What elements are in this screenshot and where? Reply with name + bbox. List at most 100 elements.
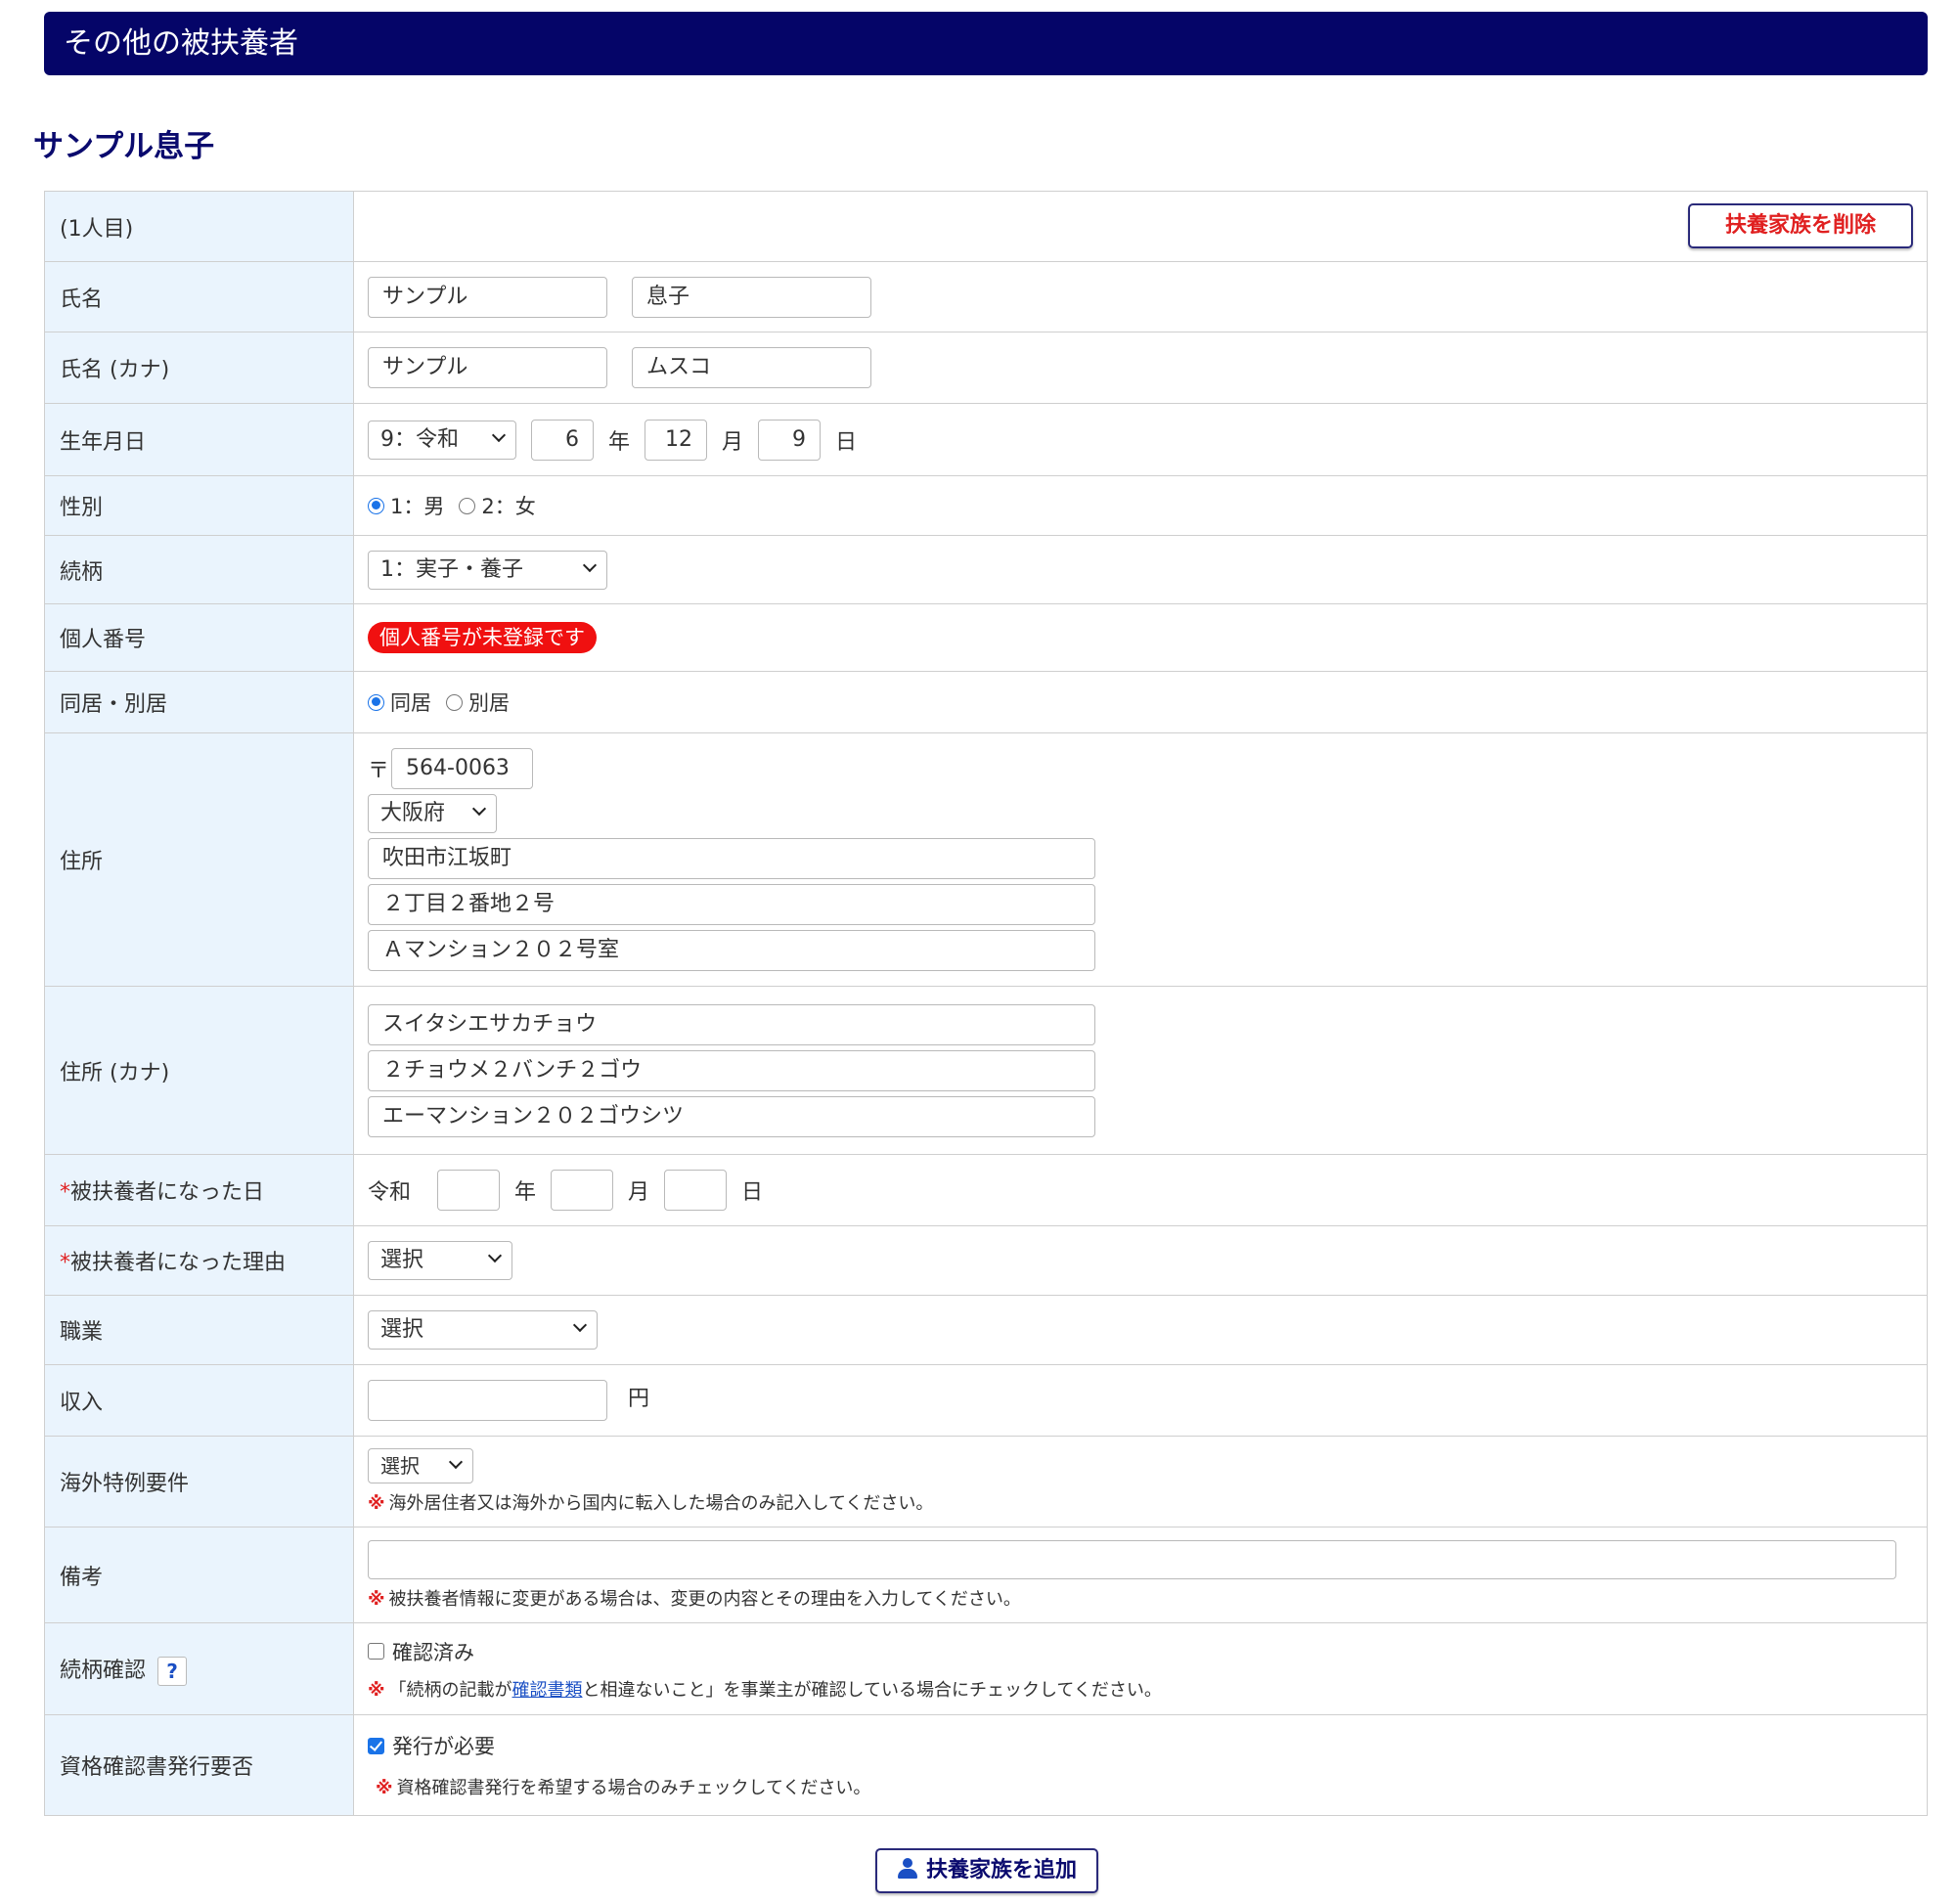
gender-female-label: 2：女	[481, 495, 536, 518]
label-dependent-date: *被扶養者になった日	[44, 1154, 354, 1226]
address-line2-input[interactable]: ２丁目２番地２号	[368, 884, 1095, 925]
income-unit: 円	[628, 1387, 650, 1411]
remarks-input[interactable]	[368, 1539, 1896, 1579]
remarks-note-text: 被扶養者情報に変更がある場合は、変更の内容とその理由を入力してください。	[388, 1588, 1021, 1610]
birth-era-select[interactable]: 9：令和	[368, 420, 516, 460]
postal-code-input[interactable]: 564-0063	[391, 748, 534, 789]
label-relation-check: 続柄確認?	[44, 1622, 354, 1715]
label-gender: 性別	[44, 475, 354, 536]
remarks-note: ※ 被扶養者情報に変更がある場合は、変更の内容とその理由を入力してください。	[368, 1585, 1913, 1611]
address-line3-input[interactable]: Ａマンション２０２号室	[368, 930, 1095, 971]
section-title: その他の被扶養者	[64, 26, 298, 61]
label-my-number: 個人番号	[44, 603, 354, 672]
row-relation-check: 続柄確認? 確認済み ※ 「続柄の記載が確認書類と相違ないこと」を事業主が確認して…	[44, 1622, 1928, 1715]
gender-male-label: 1：男	[390, 495, 445, 518]
cohabit-radio[interactable]	[368, 693, 384, 711]
row-occupation: 職業 選択	[44, 1295, 1928, 1365]
relation-note-after: と相違ないこと」を事業主が確認している場合にチェックしてください。	[582, 1679, 1162, 1701]
help-icon[interactable]: ?	[157, 1656, 188, 1686]
row-name: 氏名 サンプル 息子	[44, 261, 1928, 332]
overseas-select[interactable]: 選択	[368, 1448, 473, 1483]
row-certificate: 資格確認書発行要否 発行が必要 ※ 資格確認書発行を希望する場合のみチェックしてく…	[44, 1714, 1928, 1816]
cohabit-label: 同居	[390, 691, 431, 715]
confirmation-documents-link[interactable]: 確認書類	[512, 1680, 583, 1701]
relation-select[interactable]: 1：実子・養子	[368, 550, 607, 590]
row-my-number: 個人番号 個人番号が未登録です	[44, 603, 1928, 672]
dependent-form: (1人目) 扶養家族を削除 氏名 サンプル 息子 氏名 (カナ) サンプル ムス…	[44, 191, 1928, 1816]
row-gender: 性別 1：男 2：女	[44, 475, 1928, 536]
row-cohabit: 同居・別居 同居 別居	[44, 671, 1928, 733]
separate-label: 別居	[468, 691, 510, 715]
add-dependent-button[interactable]: 扶養家族を追加	[875, 1848, 1098, 1893]
first-name-kana-input[interactable]: ムスコ	[632, 347, 871, 388]
user-icon	[897, 1858, 918, 1880]
relation-confirmed-label: 確認済み	[392, 1640, 474, 1664]
note-mark: ※	[376, 1778, 393, 1798]
relation-value: 1：実子・養子	[380, 556, 523, 582]
income-input[interactable]	[368, 1380, 607, 1421]
birth-month-input[interactable]: 12	[645, 419, 708, 461]
last-name-input[interactable]: サンプル	[368, 276, 607, 318]
certificate-required-checkbox[interactable]	[368, 1737, 384, 1754]
add-dependent-label: 扶養家族を追加	[925, 1858, 1077, 1882]
required-mark: *	[60, 1180, 70, 1205]
label-remarks: 備考	[44, 1527, 354, 1623]
row-address: 住所 〒 564-0063 大阪府 吹田市江坂町 ２丁目２番地２号 Ａマンション２…	[44, 732, 1928, 987]
certificate-note: ※ 資格確認書発行を希望する場合のみチェックしてください。	[368, 1774, 1913, 1799]
occupation-select[interactable]: 選択	[368, 1310, 598, 1350]
first-name-input[interactable]: 息子	[632, 276, 871, 318]
certificate-note-text: 資格確認書発行を希望する場合のみチェックしてください。	[396, 1778, 871, 1798]
chevron-down-icon	[471, 801, 487, 817]
chevron-down-icon	[487, 1248, 503, 1263]
dependent-year-input[interactable]	[437, 1170, 501, 1211]
address-kana-line3-input[interactable]: エーマンション２０２ゴウシツ	[368, 1095, 1095, 1137]
birth-era-value: 9：令和	[380, 426, 459, 452]
chevron-down-icon	[582, 557, 598, 572]
label-index: (1人目)	[44, 191, 354, 262]
page: その他の被扶養者 サンプル息子 (1人目) 扶養家族を削除 氏名 サンプル 息子…	[0, 0, 1957, 1904]
birth-year-unit: 年	[608, 429, 631, 455]
gender-male-radio[interactable]	[368, 497, 384, 514]
gender-female-radio[interactable]	[459, 497, 476, 514]
separate-radio[interactable]	[446, 693, 463, 711]
row-birth: 生年月日 9：令和 6 年 12 月 9 日	[44, 403, 1928, 476]
label-dependent-reason-text: 被扶養者になった理由	[70, 1251, 287, 1275]
chevron-down-icon	[448, 1454, 464, 1470]
row-overseas: 海外特例要件 選択 ※ 海外居住者又は海外から国内に転入した場合のみ記入してくださ…	[44, 1436, 1928, 1528]
chevron-down-icon	[572, 1317, 588, 1333]
prefecture-value: 大阪府	[380, 801, 446, 825]
label-address-kana: 住所 (カナ)	[44, 986, 354, 1155]
delete-dependent-button[interactable]: 扶養家族を削除	[1688, 203, 1913, 248]
address-line1-input[interactable]: 吹田市江坂町	[368, 838, 1095, 879]
row-relation: 続柄 1：実子・養子	[44, 535, 1928, 604]
required-mark: *	[60, 1251, 70, 1275]
last-name-kana-input[interactable]: サンプル	[368, 347, 607, 388]
label-cohabit: 同居・別居	[44, 671, 354, 733]
birth-year-input[interactable]: 6	[531, 419, 594, 461]
row-dependent-date: *被扶養者になった日 令和 年 月 日	[44, 1154, 1928, 1226]
certificate-required-label: 発行が必要	[392, 1735, 495, 1758]
row-address-kana: 住所 (カナ) スイタシエサカチョウ ２チョウメ２バンチ２ゴウ エーマンション２…	[44, 986, 1928, 1155]
label-dependent-reason: *被扶養者になった理由	[44, 1225, 354, 1296]
birth-month-unit: 月	[722, 429, 744, 455]
note-mark: ※	[368, 1493, 385, 1514]
relation-confirmed-checkbox[interactable]	[368, 1643, 384, 1660]
chevron-down-icon	[491, 427, 507, 442]
prefecture-select[interactable]: 大阪府	[368, 794, 497, 833]
occupation-value: 選択	[380, 1317, 424, 1342]
dependent-reason-select[interactable]: 選択	[368, 1241, 512, 1280]
dependent-month-input[interactable]	[551, 1170, 614, 1211]
dependent-date-era: 令和	[368, 1180, 412, 1205]
birth-day-input[interactable]: 9	[758, 419, 822, 461]
section-header: その他の被扶養者	[44, 12, 1928, 75]
note-mark: ※	[368, 1679, 385, 1701]
label-birth: 生年月日	[44, 403, 354, 476]
overseas-value: 選択	[380, 1454, 420, 1478]
row-index: (1人目) 扶養家族を削除	[44, 191, 1928, 262]
address-kana-line1-input[interactable]: スイタシエサカチョウ	[368, 1003, 1095, 1045]
row-income: 収入 円	[44, 1364, 1928, 1437]
dependent-day-input[interactable]	[664, 1170, 728, 1211]
relation-note-before: 「続柄の記載が	[388, 1679, 512, 1701]
label-address: 住所	[44, 732, 354, 987]
address-kana-line2-input[interactable]: ２チョウメ２バンチ２ゴウ	[368, 1049, 1095, 1091]
